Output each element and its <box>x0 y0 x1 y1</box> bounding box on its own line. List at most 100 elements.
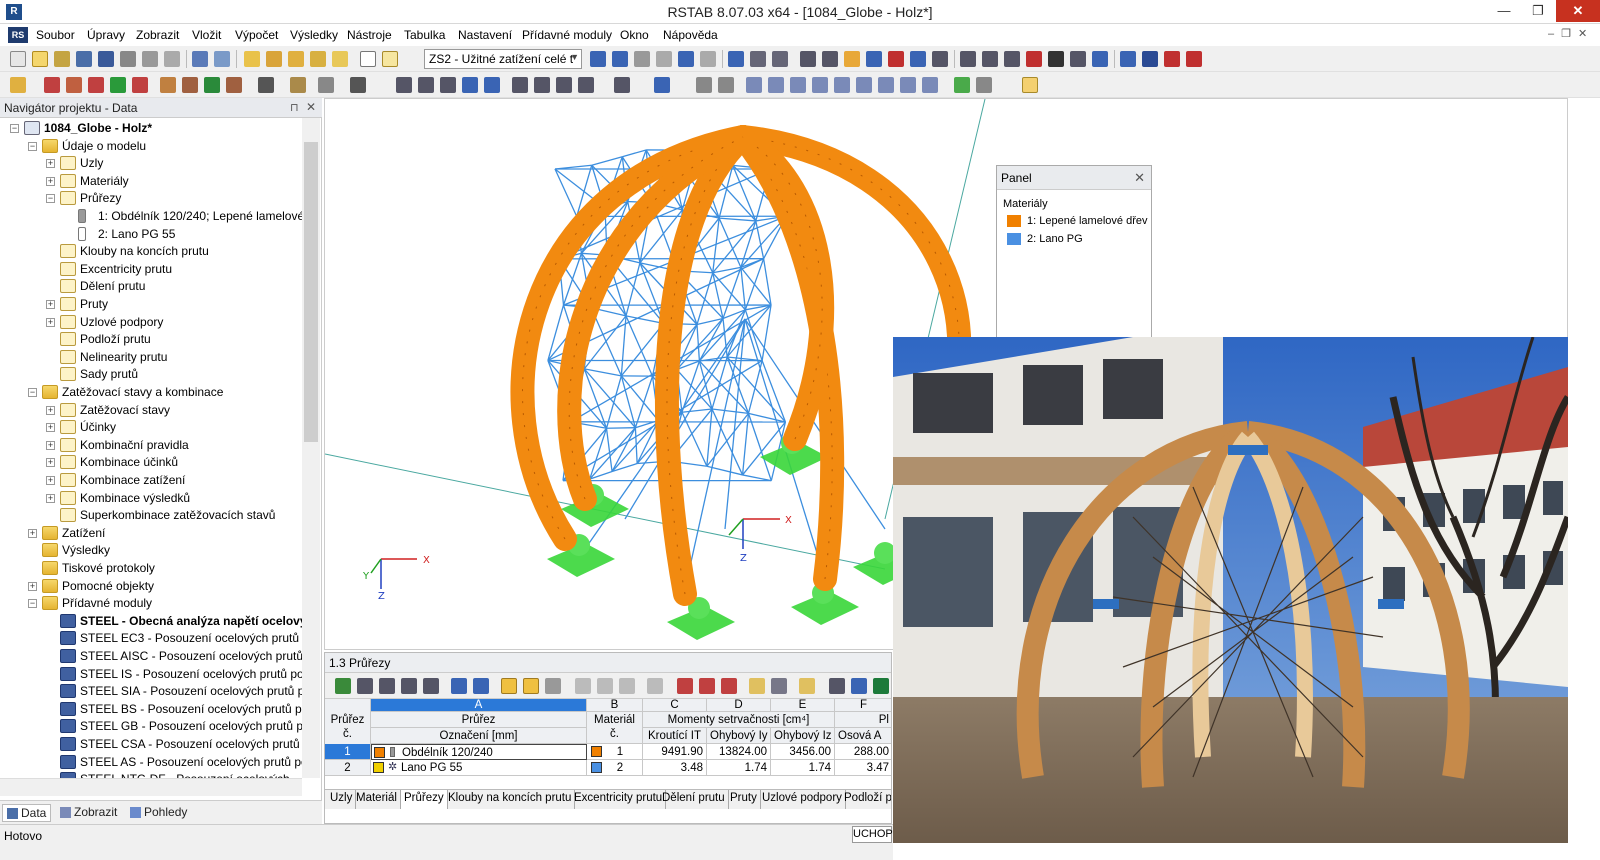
deformation-icon[interactable] <box>678 51 694 67</box>
force-vz-icon[interactable] <box>812 77 828 93</box>
tree-item[interactable]: Superkombinace zatěžovacích stavů <box>0 507 302 524</box>
export-icon[interactable] <box>1164 51 1180 67</box>
chevron-down-icon[interactable]: ▼ <box>570 52 579 62</box>
tree-item[interactable]: Výsledky <box>0 542 302 559</box>
expand-icon[interactable]: + <box>46 458 55 468</box>
collapse-icon[interactable]: − <box>28 599 37 609</box>
tree-item[interactable]: + Kombinační pravidla <box>0 437 302 454</box>
table-action-icon[interactable] <box>721 678 737 694</box>
collapse-icon[interactable]: − <box>46 194 55 204</box>
support-reaction-icon[interactable] <box>954 77 970 93</box>
tab-data[interactable]: Data <box>2 804 52 822</box>
tree-item[interactable]: Dělení prutu <box>0 278 302 295</box>
tree-item[interactable]: + Zatížení <box>0 525 302 542</box>
cube-icon[interactable] <box>462 77 478 93</box>
tree-item[interactable]: STEEL AISC - Posouzení ocelových prutů p <box>0 648 302 665</box>
col-letter-e[interactable]: E <box>771 699 835 712</box>
zoom-window-icon[interactable] <box>418 77 434 93</box>
mdi-window-controls[interactable]: –❐✕ <box>1548 27 1594 40</box>
excel-icon[interactable] <box>873 678 889 694</box>
table-delete-icon[interactable] <box>677 678 693 694</box>
table-edit-icon[interactable] <box>799 678 815 694</box>
material-cell[interactable]: 2 <box>587 760 643 776</box>
section-icon[interactable] <box>696 77 712 93</box>
tab-materials[interactable]: Materiál <box>353 790 401 809</box>
wireframe-icon[interactable] <box>1004 51 1020 67</box>
calculate-icon[interactable] <box>728 51 744 67</box>
menu-addons[interactable]: Přídavné moduly <box>522 28 612 42</box>
tree-item[interactable]: Podloží prutu <box>0 331 302 348</box>
col-letter-c[interactable]: C <box>643 699 707 712</box>
view-icon[interactable] <box>772 51 788 67</box>
pin-icon[interactable]: ⊓ <box>290 101 299 114</box>
result-icon[interactable] <box>700 51 716 67</box>
table-action-icon[interactable] <box>619 678 635 694</box>
tree-item[interactable]: + Kombinace výsledků <box>0 490 302 507</box>
force-vy-icon[interactable] <box>790 77 806 93</box>
tree-item[interactable]: STEEL AS - Posouzení ocelových prutů po <box>0 754 302 771</box>
next-icon[interactable] <box>612 51 628 67</box>
document-icon[interactable]: RS <box>8 27 28 43</box>
force-n-icon[interactable] <box>768 77 784 93</box>
tree-item[interactable]: STEEL - Obecná analýza napětí ocelových <box>0 613 302 630</box>
export-icon[interactable] <box>1186 51 1202 67</box>
tree-item[interactable]: + Zatěžovací stavy <box>0 402 302 419</box>
node-icon[interactable] <box>10 77 26 93</box>
axis-z-icon[interactable] <box>556 77 572 93</box>
open-folder-icon[interactable] <box>32 51 48 67</box>
tree-item[interactable]: STEEL SIA - Posouzení ocelových prutů po <box>0 683 302 700</box>
menu-insert[interactable]: Vložit <box>192 28 221 42</box>
table-filter-icon[interactable] <box>501 678 517 694</box>
tree-item[interactable]: + Uzlové podpory <box>0 314 302 331</box>
tab-member-eccentricities[interactable]: Excentricity prutu <box>571 790 667 809</box>
row-number[interactable]: 1 <box>325 744 371 760</box>
iso-view-icon[interactable] <box>844 51 860 67</box>
visibility-icon[interactable] <box>960 51 976 67</box>
tree-item[interactable]: + Uzly <box>0 155 302 172</box>
tree-item[interactable]: + Účinky <box>0 419 302 436</box>
new-file-icon[interactable] <box>10 51 26 67</box>
scrollbar-thumb[interactable] <box>304 142 318 442</box>
show-results-icon[interactable] <box>634 51 650 67</box>
tree-item[interactable]: Tiskové protokoly <box>0 560 302 577</box>
navigator-vertical-scrollbar[interactable] <box>302 118 320 778</box>
hinge-icon[interactable] <box>160 77 176 93</box>
tool-icon[interactable] <box>258 77 274 93</box>
report-icon[interactable] <box>164 51 180 67</box>
table-delete-row-icon[interactable] <box>401 678 417 694</box>
tab-nodal-supports[interactable]: Uzlové podpory <box>759 790 846 809</box>
menu-help[interactable]: Nápověda <box>663 28 718 42</box>
tool-icon[interactable] <box>290 77 306 93</box>
cube-icon[interactable] <box>484 77 500 93</box>
render-icon[interactable] <box>1048 51 1064 67</box>
torsion-cell[interactable]: 3.48 <box>643 760 707 776</box>
perspective-icon[interactable] <box>932 51 948 67</box>
col-letter-d[interactable]: D <box>707 699 771 712</box>
reaction-pz-icon[interactable] <box>922 77 938 93</box>
table-action-icon[interactable] <box>647 678 663 694</box>
reaction-py-icon[interactable] <box>900 77 916 93</box>
tree-item[interactable]: Klouby na koncích prutu <box>0 243 302 260</box>
expand-icon[interactable]: + <box>28 581 37 591</box>
previous-icon[interactable] <box>590 51 606 67</box>
expand-icon[interactable]: + <box>46 476 55 485</box>
moment-mz-icon[interactable] <box>878 77 894 93</box>
axis-y-icon[interactable] <box>534 77 550 93</box>
tab-member-foundations[interactable]: Podloží prut <box>841 790 891 809</box>
tree-item[interactable]: − Údaje o modelu <box>0 138 302 155</box>
material-cell[interactable]: 1 <box>587 744 643 760</box>
axial-cell[interactable]: 288.00 <box>835 744 891 760</box>
tree-item[interactable]: 1: Obdélník 120/240; Lepené lamelové <box>0 208 302 225</box>
menu-calculate[interactable]: Výpočet <box>235 28 278 42</box>
export-icon[interactable] <box>1120 51 1136 67</box>
tree-item[interactable]: STEEL EC3 - Posouzení ocelových prutů po <box>0 630 302 647</box>
tree-item[interactable]: Nelinearity prutu <box>0 349 302 366</box>
snap-icon[interactable] <box>822 51 838 67</box>
tab-views[interactable]: Pohledy <box>126 804 191 822</box>
expand-icon[interactable]: + <box>46 423 55 433</box>
tree-item[interactable]: + Kombinace účinků <box>0 454 302 471</box>
print-preview-icon[interactable] <box>142 51 158 67</box>
menu-file[interactable]: Soubor <box>36 28 75 42</box>
member-icon[interactable] <box>88 77 104 93</box>
support-icon[interactable] <box>204 77 220 93</box>
